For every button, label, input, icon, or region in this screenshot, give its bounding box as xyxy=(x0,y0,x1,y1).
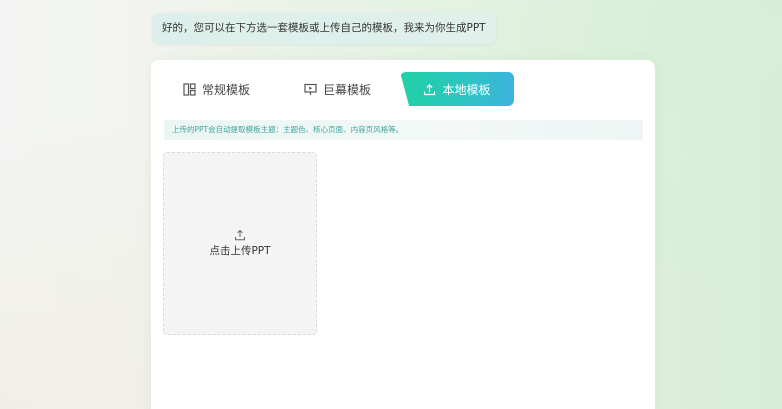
tab-regular-templates[interactable]: 常规模板 xyxy=(183,72,250,106)
upload-ppt-dropzone[interactable]: 点击上传PPT xyxy=(163,152,317,335)
upload-icon xyxy=(424,83,436,95)
template-panel: 常规模板 巨幕模板 本地模板 上传的PPT会自动提取模板主题：主题色、核心页面、… xyxy=(151,60,655,409)
template-tabs: 常规模板 巨幕模板 本地模板 xyxy=(151,72,655,106)
screen-icon xyxy=(304,83,317,95)
upload-notice: 上传的PPT会自动提取模板主题：主题色、核心页面、内容页风格等。 xyxy=(164,120,643,140)
tab-screen-templates[interactable]: 巨幕模板 xyxy=(304,72,371,106)
upload-label: 点击上传PPT xyxy=(209,245,271,257)
tab-label: 常规模板 xyxy=(202,82,251,97)
upload-icon xyxy=(235,229,245,241)
upload-notice-text: 上传的PPT会自动提取模板主题：主题色、核心页面、内容页风格等。 xyxy=(172,125,404,134)
assistant-message-bubble: 好的，您可以在下方选一套模板或上传自己的模板，我来为你生成PPT xyxy=(152,13,496,44)
tab-label: 巨幕模板 xyxy=(323,82,372,97)
tab-label: 本地模板 xyxy=(442,82,491,97)
tab-local-templates[interactable]: 本地模板 xyxy=(400,72,514,106)
assistant-message-text: 好的，您可以在下方选一套模板或上传自己的模板，我来为你生成PPT xyxy=(162,22,486,34)
layout-icon xyxy=(183,82,196,96)
